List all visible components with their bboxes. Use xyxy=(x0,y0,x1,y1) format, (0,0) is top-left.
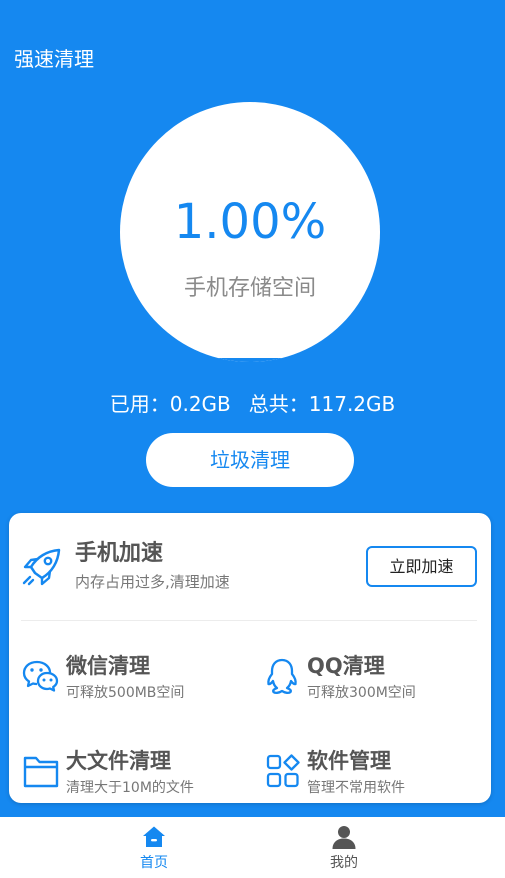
storage-used: 已用：0.2GB xyxy=(109,392,231,416)
feature-title: 微信清理 xyxy=(66,654,150,678)
nav-item-mine[interactable]: 我的 xyxy=(294,817,394,878)
storage-percent: 1.00% xyxy=(173,194,327,250)
storage-gauge: 1.00% 手机存储空间 xyxy=(120,102,380,362)
feature-subtitle: 管理不常用软件 xyxy=(307,780,405,796)
wechat-icon xyxy=(22,659,60,693)
feature-title: 软件管理 xyxy=(307,749,391,773)
boost-title: 手机加速 xyxy=(75,541,164,566)
boost-now-button[interactable]: 立即加速 xyxy=(366,546,477,587)
qq-icon xyxy=(265,657,299,695)
feature-title: 大文件清理 xyxy=(66,749,171,773)
divider xyxy=(21,620,477,621)
app-title: 强速清理 xyxy=(14,47,94,71)
folder-icon xyxy=(22,753,60,789)
junk-clean-button[interactable]: 垃圾清理 xyxy=(146,433,354,487)
storage-label: 手机存储空间 xyxy=(183,276,316,301)
rocket-icon xyxy=(21,547,63,587)
bottom-nav: 首页 我的 xyxy=(0,817,505,878)
tools-card: 手机加速 内存占用过多,清理加速 立即加速 微信清理 可释放500MB空间 QQ… xyxy=(9,513,491,803)
nav-label-mine: 我的 xyxy=(330,855,358,871)
feature-subtitle: 可释放300M空间 xyxy=(307,685,416,701)
apps-icon xyxy=(265,753,301,789)
feature-subtitle: 可释放500MB空间 xyxy=(66,685,185,701)
nav-item-home[interactable]: 首页 xyxy=(104,817,204,878)
storage-gauge-fill xyxy=(120,358,380,362)
feature-title: QQ清理 xyxy=(307,654,385,678)
boost-subtitle: 内存占用过多,清理加速 xyxy=(75,573,230,591)
home-icon xyxy=(142,825,166,849)
person-icon xyxy=(332,825,356,849)
storage-summary: 已用：0.2GB 总共：117.2GB xyxy=(0,390,505,418)
feature-subtitle: 清理大于10M的文件 xyxy=(66,780,194,796)
nav-label-home: 首页 xyxy=(140,855,168,871)
storage-total: 总共：117.2GB xyxy=(248,392,396,416)
